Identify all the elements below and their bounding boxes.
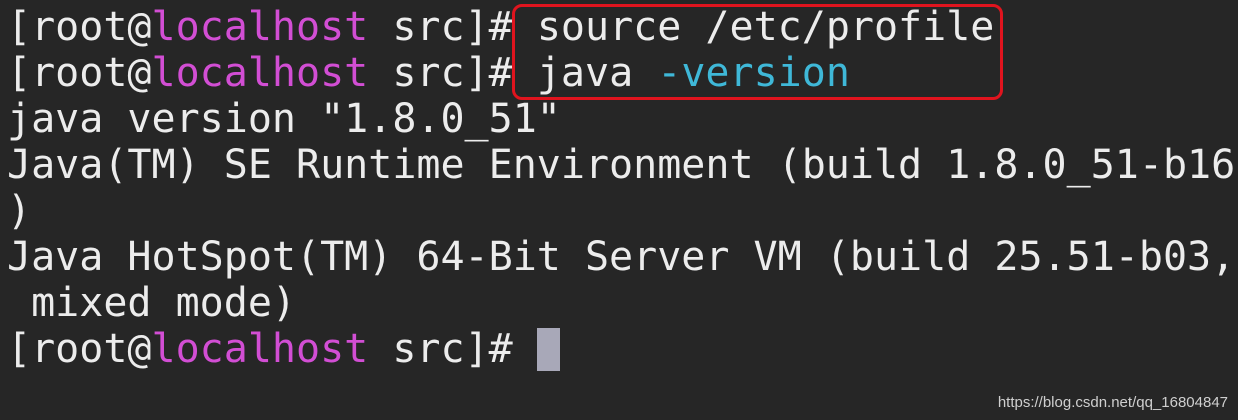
terminal-window[interactable]: [root@localhost src]# source /etc/profil… xyxy=(0,0,1238,420)
prompt-open: [root@ xyxy=(7,50,152,96)
output-line-hotspot-vm-wrap: mixed mode) xyxy=(7,280,296,326)
prompt-close: src]# xyxy=(368,326,537,372)
command-flag: -version xyxy=(657,50,850,96)
prompt-open: [root@ xyxy=(7,326,152,372)
output-line-hotspot-vm: Java HotSpot(TM) 64-Bit Server VM (build… xyxy=(7,234,1236,280)
watermark-text: https://blog.csdn.net/qq_16804847 xyxy=(997,394,1228,411)
prompt-close: src]# xyxy=(368,4,537,50)
output-line-java-version: java version "1.8.0_51" xyxy=(7,96,561,142)
prompt-hostname: localhost xyxy=(151,326,369,372)
terminal-line-prompt-active[interactable]: [root@localhost src]# xyxy=(7,326,1238,372)
terminal-line-command-source: [root@localhost src]# source /etc/profil… xyxy=(7,4,1238,50)
terminal-line-command-java: [root@localhost src]# java -version xyxy=(7,50,1238,96)
prompt-hostname: localhost xyxy=(151,50,369,96)
output-line-runtime-environment: Java(TM) SE Runtime Environment (build 1… xyxy=(7,142,1236,188)
command-text: source /etc/profile xyxy=(536,4,995,50)
command-name: java xyxy=(536,50,634,96)
output-line-runtime-environment-wrap: ) xyxy=(7,188,32,234)
prompt-hostname: localhost xyxy=(151,4,369,50)
prompt-open: [root@ xyxy=(7,4,152,50)
prompt-close: src]# xyxy=(368,50,537,96)
text-cursor xyxy=(536,328,560,371)
